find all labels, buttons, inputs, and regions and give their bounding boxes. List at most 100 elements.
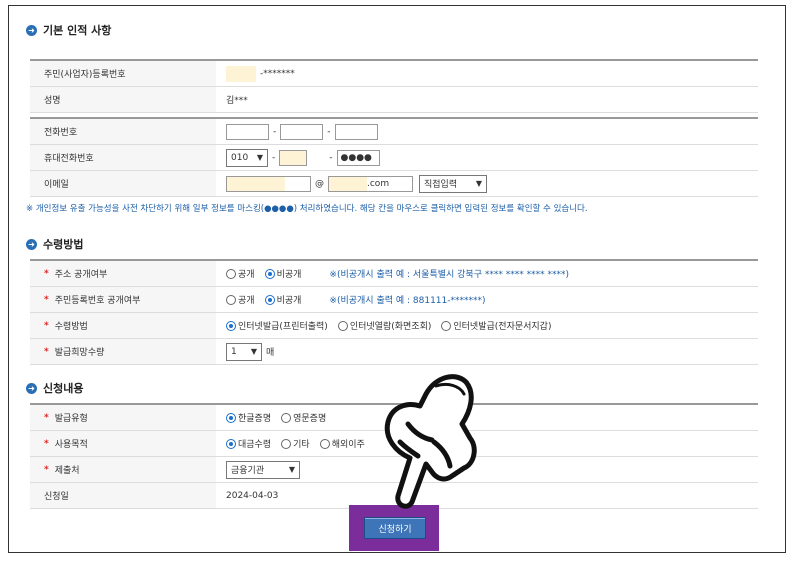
radio-icon (226, 294, 236, 305)
method-view-radio[interactable]: 인터넷열람(화면조회) (337, 319, 432, 332)
chevron-down-icon: ▼ (288, 465, 295, 474)
method-wallet-label: 인터넷발급(전자문서지갑) (453, 322, 552, 332)
apply-button[interactable]: 신청하기 (364, 517, 426, 539)
email-at-sign: @ (315, 178, 324, 189)
request-date-label: 신청일 (30, 483, 216, 508)
submit-to-text: 제출처 (54, 466, 80, 476)
method-view-label: 인터넷열람(화면조회) (349, 322, 432, 332)
dash-separator: - (327, 126, 331, 137)
quantity-value: 1 (231, 346, 237, 357)
type-korean-label: 한글증명 (238, 414, 272, 424)
resident-number-value: -******* (260, 68, 295, 79)
email-domain-field[interactable]: .com (328, 175, 413, 192)
issue-type-text: 발급유형 (54, 414, 88, 424)
required-mark: * (44, 268, 49, 279)
email-select-value: 직접입력 (424, 180, 458, 190)
method-print-label: 인터넷발급(프린터출력) (238, 322, 328, 332)
radio-checked-icon (226, 320, 236, 331)
mobile-field-3[interactable]: ●●●● (336, 149, 380, 166)
address-public-label: 공개 (238, 270, 255, 280)
mobile-last-masked: ●●●● (340, 152, 372, 163)
email-id-field[interactable] (226, 175, 311, 192)
purpose-payment-radio[interactable]: 대금수령 (226, 437, 271, 450)
resident-number-label: 주민(사업자)등록번호 (30, 61, 216, 86)
mobile-prefix-value: 010 (231, 152, 249, 163)
section-receipt-method-title: ➜ 수령방법 (26, 236, 83, 252)
purpose-payment-label: 대금수령 (238, 440, 272, 450)
email-row: 이메일 @ .com 직접입력 ▼ (30, 171, 758, 197)
address-disclosure-text: 주소 공개여부 (54, 270, 108, 280)
email-domain-masked (329, 176, 367, 191)
purpose-other-radio[interactable]: 기타 (281, 437, 310, 450)
resident-disclosure-note: ※(비공개시 출력 예 : 881111-*******) (329, 296, 486, 306)
method-wallet-radio[interactable]: 인터넷발급(전자문서지갑) (441, 319, 551, 332)
masking-notice: ※ 개인정보 유출 가능성을 사전 차단하기 위해 일부 정보를 마스킹(●●●… (26, 204, 588, 214)
type-korean-radio[interactable]: 한글증명 (226, 411, 271, 424)
radio-checked-icon (264, 268, 275, 279)
section-request-title: ➜ 신청내용 (26, 380, 83, 396)
phone-field-2[interactable] (280, 123, 324, 140)
resident-public-radio[interactable]: 공개 (226, 293, 255, 306)
resident-public-label: 공개 (238, 296, 255, 306)
required-mark: * (44, 346, 49, 357)
phone-row: 전화번호 - - (30, 119, 758, 145)
submit-to-label: * 제출처 (30, 457, 216, 482)
phone-field-3[interactable] (334, 123, 378, 140)
arrow-circle-icon: ➜ (26, 382, 37, 394)
radio-icon (337, 320, 348, 331)
radio-checked-icon (264, 294, 275, 305)
mobile-field-2[interactable] (279, 149, 308, 166)
purpose-emigration-label: 해외이주 (331, 440, 365, 450)
request-date-value: 2024-04-03 (226, 490, 279, 501)
quantity-text: 발급희망수량 (54, 348, 105, 358)
quantity-row: * 발급희망수량 1 ▼ 매 (30, 339, 758, 365)
name-value: 김*** (226, 96, 248, 106)
quantity-select[interactable]: 1 ▼ (226, 342, 262, 361)
resident-private-radio[interactable]: 비공개 (264, 293, 302, 306)
required-mark: * (44, 412, 49, 423)
resident-number-masked-part[interactable] (226, 65, 256, 82)
email-domain-value: .com (367, 178, 390, 189)
radio-icon (281, 438, 292, 449)
mobile-prefix-select[interactable]: 010 ▼ (226, 148, 268, 167)
resident-disclosure-label: * 주민등록번호 공개여부 (30, 287, 216, 312)
email-id-masked (227, 176, 285, 191)
receipt-method-row: * 수령방법 인터넷발급(프린터출력) 인터넷열람(화면조회) 인터넷발급(전자문… (30, 313, 758, 339)
radio-checked-icon (226, 412, 236, 423)
address-public-radio[interactable]: 공개 (226, 267, 255, 280)
required-mark: * (44, 464, 49, 475)
address-private-radio[interactable]: 비공개 (264, 267, 301, 280)
type-english-radio[interactable]: 영문증명 (281, 411, 326, 424)
contact-table: 전화번호 - - 휴대전화번호 010 ▼ - - ●●●● 이메일 @ .co… (30, 117, 758, 197)
mobile-label: 휴대전화번호 (30, 145, 216, 170)
radio-icon (281, 412, 292, 423)
dash-separator: - (329, 152, 333, 163)
pointing-hand-icon (384, 374, 477, 509)
address-disclosure-label: * 주소 공개여부 (30, 261, 216, 286)
receipt-method-label: * 수령방법 (30, 313, 216, 338)
phone-field-1[interactable] (226, 123, 269, 140)
chevron-down-icon: ▼ (475, 179, 482, 188)
phone-label: 전화번호 (30, 119, 216, 144)
apply-button-highlight: 신청하기 (349, 505, 439, 551)
dash-separator: - (272, 152, 276, 163)
quantity-label: * 발급희망수량 (30, 339, 216, 364)
resident-private-label: 비공개 (276, 296, 302, 306)
issue-type-label: * 발급유형 (30, 405, 216, 430)
basic-info-table: 주민(사업자)등록번호 -******* 성명 김*** (30, 59, 758, 113)
submit-to-value: 금융기관 (231, 466, 265, 476)
required-mark: * (44, 320, 49, 331)
address-disclosure-row: * 주소 공개여부 공개 비공개 ※(비공개시 출력 예 : 서울특별시 강북구 … (30, 261, 758, 287)
method-print-radio[interactable]: 인터넷발급(프린터출력) (226, 319, 328, 332)
email-label: 이메일 (30, 171, 216, 196)
email-domain-select[interactable]: 직접입력 ▼ (419, 174, 487, 193)
radio-icon (441, 320, 452, 331)
purpose-emigration-radio[interactable]: 해외이주 (319, 437, 365, 450)
required-mark: * (44, 294, 49, 305)
chevron-down-icon: ▼ (250, 347, 257, 356)
chevron-down-icon: ▼ (256, 153, 263, 162)
section-basic-info-title: ➜ 기본 인적 사항 (26, 22, 111, 38)
submit-to-select[interactable]: 금융기관 ▼ (226, 460, 300, 479)
purpose-text: 사용목적 (54, 440, 88, 450)
arrow-circle-icon: ➜ (26, 24, 37, 36)
